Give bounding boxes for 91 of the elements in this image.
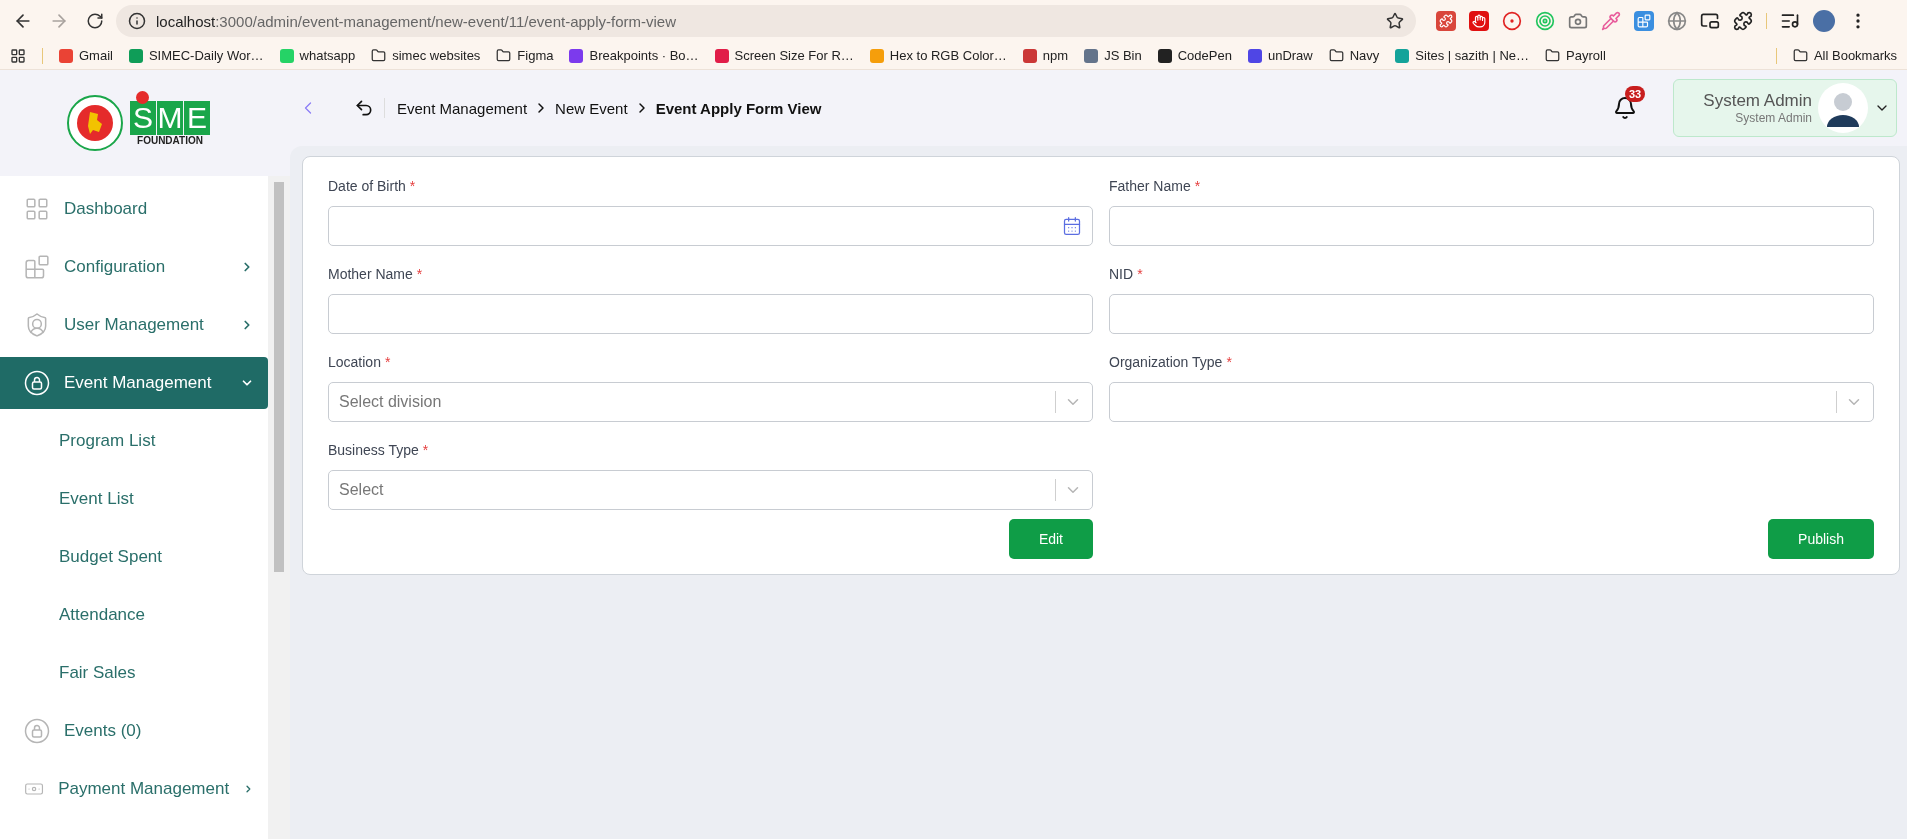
required-mark: * [384, 353, 391, 372]
sidebar-item[interactable]: Dashboard [0, 180, 268, 238]
sidebar-item[interactable]: Event List [0, 470, 268, 528]
required-mark: * [416, 265, 423, 284]
action-button[interactable]: Publish [1768, 519, 1874, 559]
sidebar-item[interactable]: Events (0) [0, 702, 268, 760]
grid-icon [24, 196, 50, 222]
logo-letter: M [157, 100, 183, 135]
target-icon[interactable] [1535, 11, 1555, 31]
bookmark-link[interactable]: Breakpoints · Bo… [569, 48, 699, 63]
bookmark-link[interactable]: whatsapp [279, 48, 356, 63]
action-button[interactable]: Edit [1008, 519, 1093, 559]
input-field[interactable] [1109, 206, 1874, 246]
field-label: Location [328, 353, 381, 372]
picture-in-picture-icon[interactable] [1700, 11, 1720, 31]
folder-icon [496, 48, 512, 63]
required-mark: * [1137, 265, 1143, 284]
scrollbar[interactable] [268, 176, 290, 839]
bookmark-link[interactable]: SIMEC-Daily Wor… [128, 48, 264, 63]
bookmark-link[interactable]: Screen Size For R… [714, 48, 854, 63]
required-mark: * [1194, 177, 1201, 196]
bookmark-link[interactable]: unDraw [1247, 48, 1313, 63]
playlist-icon[interactable] [1780, 11, 1800, 31]
breadcrumb-link[interactable]: Event Management [397, 99, 528, 117]
field-label: NID [1109, 265, 1134, 284]
field-label: Date of Birth [328, 177, 406, 196]
field-label: Business Type [328, 441, 419, 460]
bookmark-link[interactable]: Sites | sazith | Ne… [1395, 48, 1530, 63]
logo-dot [136, 90, 149, 104]
reload-icon [86, 12, 104, 30]
field-label: Father Name [1109, 177, 1191, 196]
back-button[interactable] [354, 98, 385, 118]
input-field[interactable] [328, 294, 1093, 334]
info-icon [128, 12, 146, 30]
address-bar[interactable]: localhost:3000/admin/event-management/new-event/11/event-apply-form-view [116, 5, 1416, 37]
calendar-icon [1062, 216, 1082, 236]
bookmark-link[interactable]: Navy [1328, 48, 1380, 63]
record-icon[interactable] [1502, 11, 1522, 31]
puzzle-icon[interactable] [1733, 11, 1753, 31]
extension-icon[interactable] [1634, 11, 1654, 31]
required-mark: * [409, 177, 416, 196]
bookmark-star-icon[interactable] [1386, 12, 1404, 30]
select-field[interactable] [1109, 382, 1874, 422]
required-mark: * [422, 441, 429, 460]
select-field[interactable]: Select division [328, 382, 1093, 422]
lock-icon [24, 370, 50, 396]
hand-icon[interactable] [1469, 11, 1489, 31]
field-label: Organization Type [1109, 353, 1223, 372]
breadcrumb-link[interactable]: New Event [555, 99, 628, 117]
profile-avatar[interactable] [1813, 10, 1835, 32]
bookmark-link[interactable]: JS Bin [1084, 48, 1142, 63]
bell-icon[interactable] [1613, 96, 1637, 120]
logo-subtitle: FOUNDATION [137, 134, 203, 146]
bookmark-link[interactable]: Hex to RGB Color… [869, 48, 1007, 63]
blocks-icon [24, 254, 50, 280]
notification-badge: 33 [1625, 86, 1646, 102]
bookmark-link[interactable]: Figma [496, 48, 554, 63]
eyedropper-icon[interactable] [1601, 11, 1621, 31]
logo-letter: S [130, 100, 156, 135]
sidebar-item[interactable]: Event Management [0, 357, 268, 409]
folder-icon [1328, 48, 1344, 63]
lock-icon [24, 718, 50, 744]
sidebar-item[interactable]: Attendance [0, 586, 268, 644]
camera-icon[interactable] [1568, 11, 1588, 31]
globe-icon[interactable] [1667, 11, 1687, 31]
required-mark: * [1226, 353, 1232, 372]
bookmark-link[interactable]: simec websites [371, 48, 481, 63]
bookmark-link[interactable]: Payroll [1545, 48, 1606, 63]
sidebar-item[interactable]: Fair Sales [0, 644, 268, 702]
sidebar-item[interactable]: Budget Spent [0, 528, 268, 586]
folder-icon [1545, 48, 1561, 63]
field-label: Mother Name [328, 265, 413, 284]
bookmark-link[interactable]: CodePen [1157, 48, 1232, 63]
apps-icon[interactable] [10, 47, 26, 64]
folder-icon [371, 48, 387, 63]
emblem-icon [66, 94, 124, 152]
sidebar-item[interactable]: Configuration [0, 238, 268, 296]
bookmark-link[interactable]: npm [1022, 48, 1069, 63]
extension-icon[interactable] [1436, 11, 1456, 31]
bookmark-link[interactable]: All Bookmarks [1792, 48, 1897, 63]
select-field[interactable]: Select [328, 470, 1093, 510]
logo-letter: E [184, 100, 210, 135]
date-field[interactable] [328, 206, 1093, 246]
sidebar-item[interactable]: Payment Management [0, 760, 268, 818]
input-field[interactable] [1109, 294, 1874, 334]
sidebar-item[interactable]: User Management [0, 296, 268, 354]
profile-menu[interactable]: System Admin System Admin [1673, 79, 1897, 137]
bookmark-link[interactable]: Gmail [59, 48, 113, 63]
folder-icon [1792, 48, 1808, 63]
sidebar-item[interactable]: Program List [0, 412, 268, 470]
avatar-icon [1818, 83, 1868, 133]
